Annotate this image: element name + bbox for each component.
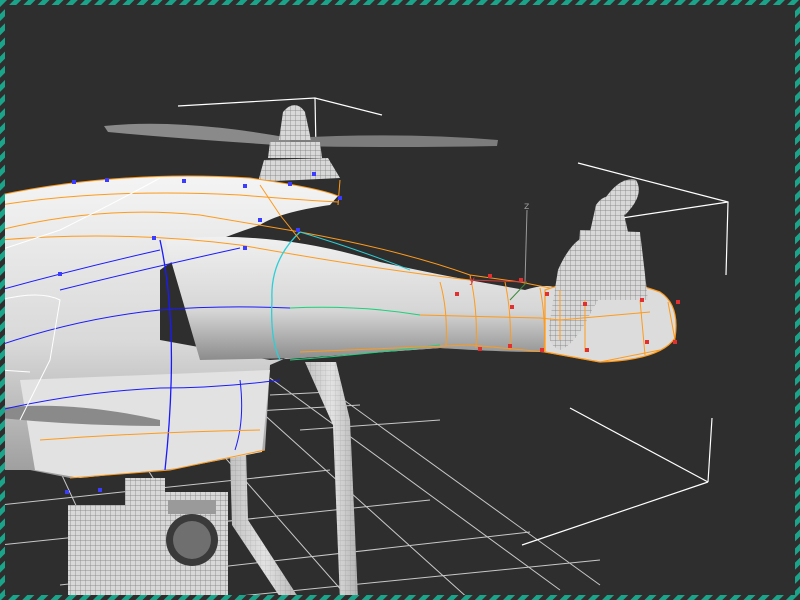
3d-viewport[interactable]: z y bbox=[0, 0, 800, 600]
rear-propeller bbox=[104, 105, 498, 182]
gizmo-axis-y-label: y bbox=[469, 275, 475, 286]
camera-icon bbox=[68, 478, 228, 600]
gizmo-axis-z-label: z bbox=[524, 201, 529, 212]
viewport-scene[interactable]: z y bbox=[0, 0, 800, 600]
